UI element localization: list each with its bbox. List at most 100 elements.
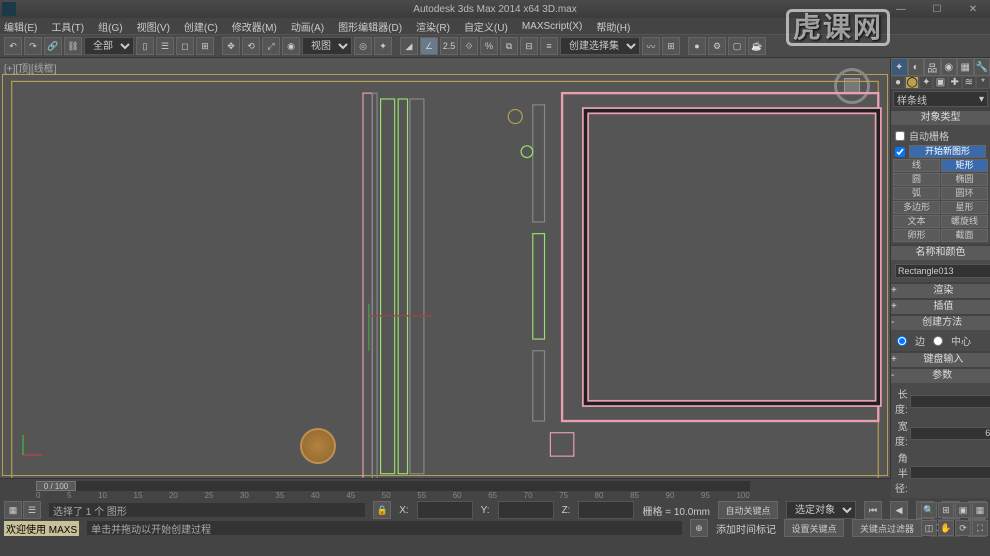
pivot-button[interactable]: ◎: [354, 37, 372, 55]
star-button[interactable]: 星形: [941, 201, 988, 214]
prev-frame-button[interactable]: ◀: [890, 501, 908, 519]
schematic-button[interactable]: ⊞: [662, 37, 680, 55]
zoom-button[interactable]: 🔍: [921, 502, 937, 518]
fov-button[interactable]: ◫: [921, 520, 937, 536]
named-sel-button[interactable]: %: [480, 37, 498, 55]
trackbar-filter-button[interactable]: ☰: [23, 501, 41, 519]
utilities-tab[interactable]: 🔧: [974, 58, 990, 76]
align-button[interactable]: ⊟: [520, 37, 538, 55]
time-slider-head[interactable]: 0 / 100: [36, 481, 76, 491]
startshape-checkbox[interactable]: [895, 147, 905, 157]
unlink-button[interactable]: ⛓: [64, 37, 82, 55]
keyfilter-button[interactable]: 关键点过滤器: [852, 519, 922, 537]
selection-filter[interactable]: 全部: [84, 37, 134, 55]
render-setup-button[interactable]: ⚙: [708, 37, 726, 55]
orbit-button[interactable]: ⟳: [955, 520, 971, 536]
menu-render[interactable]: 渲染(R): [416, 19, 450, 34]
systems-sub[interactable]: *: [976, 76, 990, 89]
ref-coord[interactable]: 视图: [302, 37, 352, 55]
namecolor-rollout[interactable]: 名称和颜色: [891, 246, 990, 260]
layers-button[interactable]: ≡: [540, 37, 558, 55]
maximize-viewport-button[interactable]: ⛶: [972, 520, 988, 536]
donut-button[interactable]: 圆环: [941, 187, 988, 200]
length-field[interactable]: [910, 395, 990, 408]
ellipse-button[interactable]: 椭圆: [941, 173, 988, 186]
zoom-extents-button[interactable]: ▣: [955, 502, 971, 518]
create-tab[interactable]: ✦: [891, 58, 908, 76]
curve-editor-button[interactable]: 〰: [642, 37, 660, 55]
display-tab[interactable]: ▦: [957, 58, 974, 76]
mirror-button[interactable]: ⧉: [500, 37, 518, 55]
addtime-label[interactable]: 添加时间标记: [716, 521, 776, 536]
section-button[interactable]: 截面: [941, 229, 988, 242]
window-crossing-button[interactable]: ⊞: [196, 37, 214, 55]
circle-button[interactable]: 圆: [893, 173, 940, 186]
egg-button[interactable]: 卵形: [893, 229, 940, 242]
render-rollout[interactable]: +渲染: [891, 284, 990, 298]
spinner-snap-button[interactable]: ⟐: [460, 37, 478, 55]
scale-button[interactable]: ⤢: [262, 37, 280, 55]
menu-maxscript[interactable]: MAXScript(X): [522, 21, 583, 32]
menu-animation[interactable]: 动画(A): [291, 19, 324, 34]
geometry-sub[interactable]: ●: [891, 76, 905, 89]
menu-create[interactable]: 创建(C): [184, 19, 218, 34]
interp-rollout[interactable]: +插值: [891, 300, 990, 314]
width-field[interactable]: [910, 427, 990, 440]
text-button[interactable]: 文本: [893, 215, 940, 228]
objtype-rollout[interactable]: 对象类型: [891, 111, 990, 125]
pan-button[interactable]: ✋: [938, 520, 954, 536]
redo-button[interactable]: ↷: [24, 37, 42, 55]
line-button[interactable]: 线: [893, 159, 940, 172]
menu-graph[interactable]: 图形编辑器(D): [338, 19, 402, 34]
x-field[interactable]: [417, 501, 473, 519]
select-region-button[interactable]: ◻: [176, 37, 194, 55]
startshape-button[interactable]: 开始新图形: [909, 145, 986, 158]
menu-group[interactable]: 组(G): [98, 19, 122, 34]
time-slider[interactable]: 0 / 100 05101520253035404550556065707580…: [36, 481, 750, 501]
zoom-ext-all-button[interactable]: ▦: [972, 502, 988, 518]
menu-customize[interactable]: 自定义(U): [464, 19, 508, 34]
rotate-button[interactable]: ⟲: [242, 37, 260, 55]
helix-button[interactable]: 螺旋线: [941, 215, 988, 228]
material-editor-button[interactable]: ●: [688, 37, 706, 55]
maximize-button[interactable]: ☐: [922, 4, 952, 15]
render-frame-button[interactable]: ▢: [728, 37, 746, 55]
motion-tab[interactable]: ◉: [941, 58, 958, 76]
keymode-select[interactable]: 选定对象: [786, 501, 856, 519]
hierarchy-tab[interactable]: 品: [924, 58, 941, 76]
addtime-button[interactable]: ⊕: [690, 519, 708, 537]
params-rollout[interactable]: -参数: [891, 369, 990, 383]
menu-edit[interactable]: 编辑(E): [4, 19, 37, 34]
rectangle-button[interactable]: 矩形: [941, 159, 988, 172]
setkey-button[interactable]: 设置关键点: [784, 519, 844, 537]
close-button[interactable]: ✕: [958, 4, 988, 15]
snap-toggle-button[interactable]: ◢: [400, 37, 418, 55]
z-field[interactable]: [578, 501, 634, 519]
percent-snap-button[interactable]: 2.5: [440, 37, 458, 55]
trackbar-button[interactable]: ▦: [4, 501, 22, 519]
helpers-sub[interactable]: ✚: [948, 76, 962, 89]
manip-button[interactable]: ✦: [374, 37, 392, 55]
corner-field[interactable]: [910, 466, 990, 479]
space-sub[interactable]: ≋: [962, 76, 976, 89]
edge-radio[interactable]: [897, 336, 907, 346]
undo-button[interactable]: ↶: [4, 37, 22, 55]
select-name-button[interactable]: ☰: [156, 37, 174, 55]
method-rollout[interactable]: -创建方法: [891, 316, 990, 330]
menu-views[interactable]: 视图(V): [137, 19, 170, 34]
placement-button[interactable]: ◉: [282, 37, 300, 55]
y-field[interactable]: [498, 501, 554, 519]
shapes-sub[interactable]: ◯: [905, 76, 919, 89]
zoom-all-button[interactable]: ⊞: [938, 502, 954, 518]
goto-start-button[interactable]: ⏮: [864, 501, 882, 519]
modify-tab[interactable]: ◐: [908, 58, 925, 76]
menu-modifiers[interactable]: 修改器(M): [232, 19, 277, 34]
select-button[interactable]: ▯: [136, 37, 154, 55]
link-button[interactable]: 🔗: [44, 37, 62, 55]
object-name-field[interactable]: [895, 264, 990, 278]
autogrid-checkbox[interactable]: [895, 131, 905, 141]
category-dropdown[interactable]: 样条线▾: [893, 91, 988, 107]
center-radio[interactable]: [933, 336, 943, 346]
autokey-button[interactable]: 自动关键点: [718, 501, 778, 519]
named-selection[interactable]: 创建选择集: [560, 37, 640, 55]
